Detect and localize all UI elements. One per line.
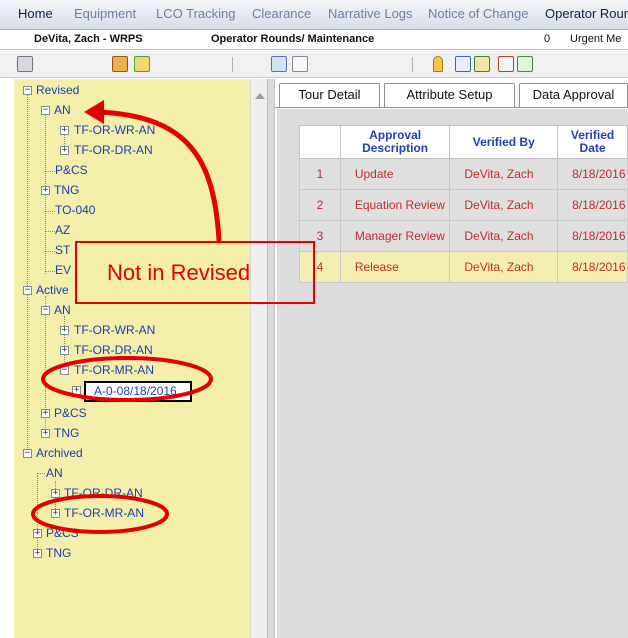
urgent-messages-link[interactable]: Urgent Me: [570, 33, 621, 45]
table-cell: DeVita, Zach: [449, 158, 559, 190]
table-cell: 2: [299, 189, 341, 221]
tree-node-tf-or-dr-an[interactable]: TF-OR-DR-AN: [74, 141, 153, 159]
tree-node-selected-tour[interactable]: A-0-08/18/2016: [84, 381, 192, 402]
table-cell: 8/18/2016: [557, 220, 628, 252]
menu-lco-tracking[interactable]: LCO Tracking: [156, 0, 235, 30]
current-user: DeVita, Zach - WRPS: [34, 33, 143, 45]
tree-node-pcs[interactable]: P&CS: [55, 161, 88, 179]
tree-scrollbar[interactable]: [250, 79, 267, 638]
table-cell: 8/18/2016: [557, 189, 628, 221]
annotation-callout: Not in Revised: [75, 241, 315, 304]
menu-notice-of-change[interactable]: Notice of Change: [428, 0, 528, 30]
calendar-icon[interactable]: [271, 56, 287, 72]
tree-node-revised-an[interactable]: AN: [54, 101, 71, 119]
upload-icon[interactable]: [517, 56, 533, 72]
annotation-text: Not in Revised: [107, 260, 251, 285]
tree-node-revised[interactable]: Revised: [36, 81, 79, 99]
info-bar: DeVita, Zach - WRPS Operator Rounds/ Mai…: [0, 30, 628, 50]
table-cell: 1: [299, 158, 341, 190]
table-row[interactable]: 3 Manager Review DeVita, Zach 8/18/2016: [299, 220, 628, 252]
tree-node-active-an[interactable]: AN: [54, 301, 71, 319]
pane-splitter[interactable]: [267, 79, 275, 638]
tree-node-ev[interactable]: EV: [55, 261, 71, 279]
tree-node-archived-tng[interactable]: TNG: [46, 544, 71, 562]
print-icon[interactable]: [17, 56, 33, 72]
table-cell: DeVita, Zach: [449, 189, 559, 221]
tree-node-archived[interactable]: Archived: [36, 444, 83, 462]
table-cell: DeVita, Zach: [449, 251, 559, 283]
tree-node-tng[interactable]: TNG: [54, 181, 79, 199]
approval-panel: Approval Description Verified By Verifie…: [277, 109, 628, 638]
menu-equipment[interactable]: Equipment: [74, 0, 136, 30]
toolbar-separator: [412, 57, 413, 72]
menu-narrative-logs[interactable]: Narrative Logs: [328, 0, 413, 30]
toolbar: [0, 51, 628, 78]
table-header[interactable]: Verified Date: [557, 125, 628, 159]
tree-node-active-tf-or-dr-an[interactable]: TF-OR-DR-AN: [74, 341, 153, 359]
tree-node-st[interactable]: ST: [55, 241, 70, 259]
table-header-row: Approval Description Verified By Verifie…: [299, 125, 628, 159]
table-header[interactable]: Approval Description: [339, 125, 451, 159]
module-title: Operator Rounds/ Maintenance: [211, 33, 375, 45]
report-icon[interactable]: [498, 56, 514, 72]
tree-node-archived-tf-or-dr-an[interactable]: TF-OR-DR-AN: [64, 484, 143, 502]
table-cell: Equation Review: [339, 189, 451, 221]
tour-tree: − Revised − AN + TF-OR-WR-AN + TF-OR-DR-…: [14, 79, 250, 638]
tree-node-active-tf-or-mr-an[interactable]: TF-OR-MR-AN: [74, 361, 154, 379]
tree-node-active-tng[interactable]: TNG: [54, 424, 79, 442]
user-stamp-icon[interactable]: [112, 56, 128, 72]
table-header[interactable]: Verified By: [449, 125, 559, 159]
tab-attribute-setup[interactable]: Attribute Setup: [384, 83, 515, 107]
tree-node-to-040[interactable]: TO-040: [55, 201, 95, 219]
table-row[interactable]: 1 Update DeVita, Zach 8/18/2016: [299, 158, 628, 190]
urgent-count: 0: [544, 33, 551, 45]
tree-node-tf-or-wr-an[interactable]: TF-OR-WR-AN: [74, 121, 155, 139]
tree-node-active-pcs[interactable]: P&CS: [54, 404, 87, 422]
table-header: [299, 125, 341, 159]
tree-node-archived-pcs[interactable]: P&CS: [46, 524, 79, 542]
menu-home[interactable]: Home: [18, 0, 53, 30]
menu-operator-rounds[interactable]: Operator Round: [545, 0, 628, 30]
tab-tour-detail[interactable]: Tour Detail: [279, 83, 380, 107]
table-cell: Release: [339, 251, 451, 283]
approval-table: Approval Description Verified By Verifie…: [299, 125, 628, 283]
table-row[interactable]: 2 Equation Review DeVita, Zach 8/18/2016: [299, 189, 628, 221]
main-menu-bar: Home Equipment LCO Tracking Clearance Na…: [0, 0, 628, 30]
tree-node-az[interactable]: AZ: [55, 221, 70, 239]
export-icon[interactable]: [474, 56, 490, 72]
tree-node-archived-an[interactable]: AN: [46, 464, 63, 482]
checklist-icon[interactable]: [455, 56, 471, 72]
user-refresh-icon[interactable]: [134, 56, 150, 72]
table-cell: 8/18/2016: [557, 158, 628, 190]
tree-node-active-tf-or-wr-an[interactable]: TF-OR-WR-AN: [74, 321, 155, 339]
toolbar-separator: [232, 57, 233, 72]
table-row-selected[interactable]: 4 Release DeVita, Zach 8/18/2016: [299, 251, 628, 283]
detail-pane: Tour Detail Attribute Setup Data Approva…: [275, 79, 628, 638]
table-cell: Manager Review: [339, 220, 451, 252]
scroll-up-icon[interactable]: [255, 93, 265, 99]
key-icon[interactable]: [433, 56, 443, 72]
menu-clearance[interactable]: Clearance: [252, 0, 311, 30]
tree-node-archived-tf-or-mr-an[interactable]: TF-OR-MR-AN: [64, 504, 144, 522]
table-cell: Update: [339, 158, 451, 190]
table-cell: DeVita, Zach: [449, 220, 559, 252]
tree-node-active[interactable]: Active: [36, 281, 69, 299]
table-cell: 8/18/2016: [557, 251, 628, 283]
document-icon[interactable]: [292, 56, 308, 72]
tab-data-approval[interactable]: Data Approval: [519, 83, 628, 107]
